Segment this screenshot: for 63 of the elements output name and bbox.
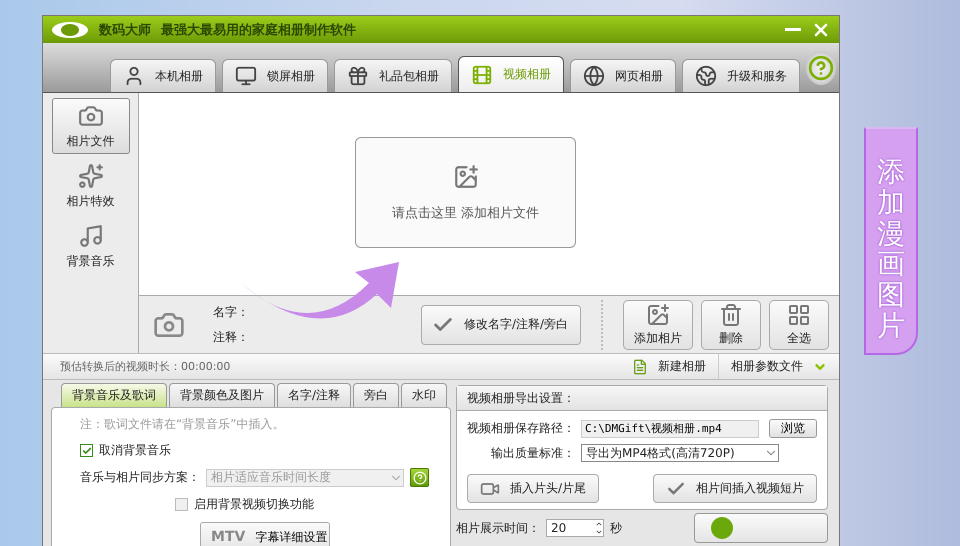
sidebar-item[interactable]: 相片文件 bbox=[52, 98, 130, 154]
globe-icon bbox=[695, 65, 717, 87]
app-name: 数码大师 bbox=[99, 22, 151, 38]
checkbox[interactable] bbox=[175, 498, 188, 511]
checkbox[interactable] bbox=[80, 444, 93, 457]
settings-tab[interactable]: 背景音乐及歌词 bbox=[61, 383, 167, 407]
insert-intro-button[interactable]: 插入片头/片尾 bbox=[467, 474, 600, 503]
help-button[interactable] bbox=[410, 468, 429, 487]
browse-button[interactable]: 浏览 bbox=[768, 419, 817, 438]
settings-tab[interactable]: 背景颜色及图片 bbox=[169, 383, 275, 407]
minimize-icon bbox=[785, 28, 801, 31]
checkbox-label: 启用背景视频切换功能 bbox=[194, 496, 314, 513]
document-icon bbox=[632, 358, 648, 374]
settings-tab[interactable]: 水印 bbox=[401, 383, 448, 407]
sparkles-icon bbox=[78, 162, 104, 188]
checkbox-label: 取消背景音乐 bbox=[99, 442, 171, 459]
toolbar-button[interactable]: 添加相片 bbox=[623, 300, 693, 350]
settings-tab[interactable]: 旁白 bbox=[353, 383, 400, 407]
duration-spinner[interactable]: 20 bbox=[546, 519, 604, 537]
sidebar-item[interactable]: 背景音乐 bbox=[52, 218, 130, 274]
film-icon bbox=[471, 64, 493, 86]
toolbar-button[interactable]: 全选 bbox=[769, 300, 829, 350]
export-header: 视频相册导出设置： bbox=[457, 386, 827, 411]
nav-tab[interactable]: 网页相册 bbox=[570, 59, 676, 92]
sidebar-item[interactable]: 相片特效 bbox=[52, 158, 130, 214]
help-icon bbox=[808, 55, 834, 81]
quality-label: 输出质量标准： bbox=[491, 444, 575, 462]
params-file-menu[interactable]: 相册参数文件 bbox=[718, 354, 839, 379]
monitor-icon bbox=[235, 65, 257, 87]
logo-icon bbox=[51, 20, 89, 38]
duration-estimate: 预估转换后的视频时长：00:00:00 bbox=[60, 359, 230, 374]
nav-tab[interactable]: 锁屏相册 bbox=[222, 59, 328, 92]
sync-label: 音乐与相片同步方案： bbox=[80, 469, 200, 486]
seconds-unit: 秒 bbox=[610, 520, 622, 536]
add-photo-drop-zone[interactable]: 请点击这里 添加相片文件 bbox=[355, 137, 576, 248]
nav-tab[interactable]: 升级和服务 bbox=[682, 59, 800, 92]
trash-icon bbox=[719, 302, 743, 326]
note-label: 注释： bbox=[213, 328, 250, 346]
gift-icon bbox=[347, 65, 369, 87]
settings-tab[interactable]: 名字/注释 bbox=[277, 383, 352, 407]
help-icon bbox=[412, 470, 426, 484]
path-field[interactable]: C:\DMGift\视频相册.mp4 bbox=[581, 420, 759, 438]
add-photo-icon bbox=[646, 302, 670, 326]
duration-label: 相片展示时间： bbox=[456, 520, 540, 536]
music-note-icon bbox=[78, 222, 104, 248]
check-icon bbox=[82, 446, 92, 456]
insert-clip-button[interactable]: 相片间插入视频短片 bbox=[653, 474, 817, 503]
add-photo-icon bbox=[452, 164, 478, 190]
nav-tab[interactable]: 礼品包相册 bbox=[334, 59, 452, 92]
start-button[interactable] bbox=[694, 513, 828, 543]
grid-icon bbox=[787, 302, 811, 326]
subtitle-settings-button[interactable]: MTV 字幕详细设置 bbox=[200, 522, 330, 546]
new-album-button[interactable]: 新建相册 bbox=[620, 354, 718, 379]
banner-text: 添加漫画图片 bbox=[877, 157, 905, 344]
lyrics-note: 注：歌词文件请在“背景音乐”中插入。 bbox=[80, 416, 286, 433]
nav-tab[interactable]: 本机相册 bbox=[110, 59, 216, 92]
toolbar-button[interactable]: 删除 bbox=[701, 300, 761, 350]
name-label: 名字： bbox=[213, 304, 250, 320]
edit-caption-button[interactable]: 修改名字/注释/旁白 bbox=[421, 304, 581, 344]
path-label: 视频相册保存路径： bbox=[467, 420, 575, 437]
globe-icon bbox=[583, 65, 605, 87]
app-slogan: 最强大最易用的家庭相册制作软件 bbox=[161, 22, 356, 38]
quality-dropdown[interactable]: 导出为MP4格式(高清720P) bbox=[581, 444, 779, 462]
